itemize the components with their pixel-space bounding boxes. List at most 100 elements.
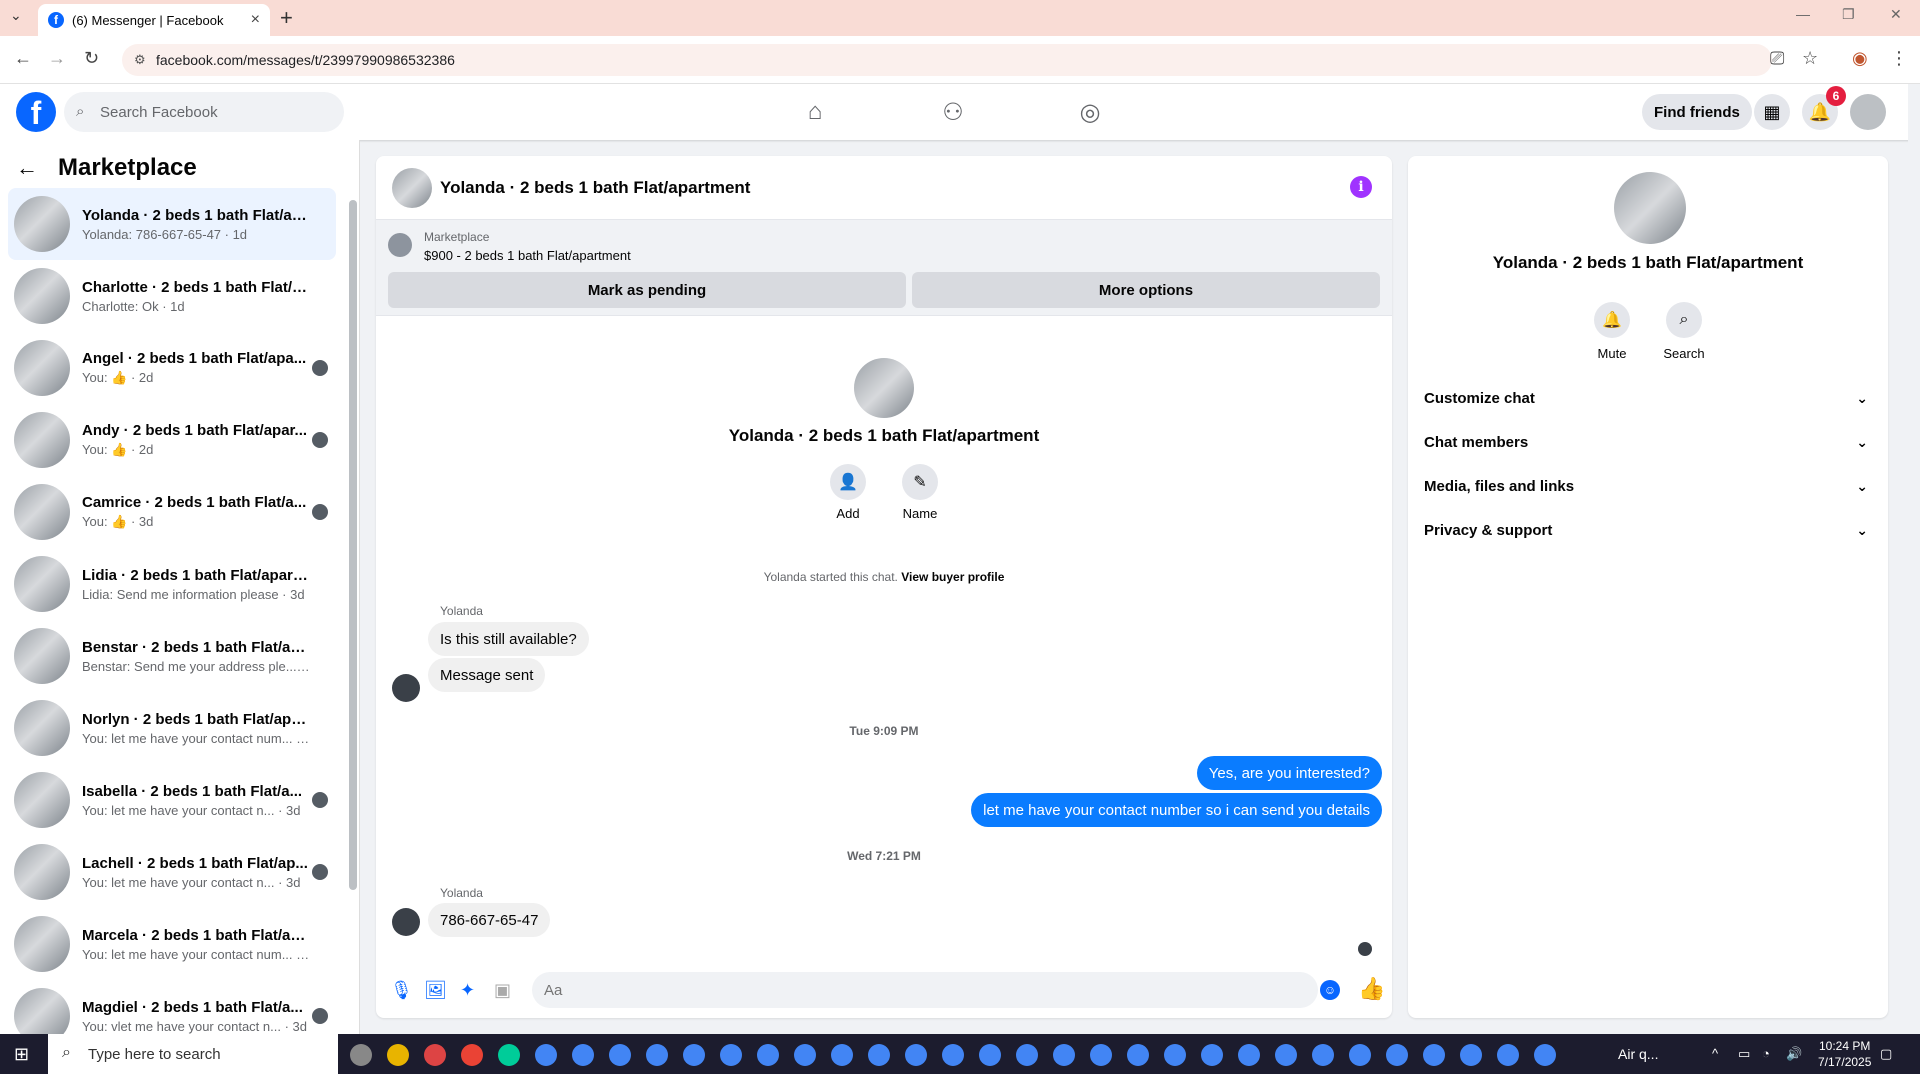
taskbar-app-icon[interactable] bbox=[1349, 1044, 1371, 1066]
tray-chevron-icon[interactable]: ^ bbox=[1712, 1046, 1718, 1061]
microphone-icon[interactable]: 🎙 bbox=[390, 980, 413, 1001]
taskbar-app-icon[interactable] bbox=[1497, 1044, 1519, 1066]
chat-members-row[interactable]: Chat members ⌄ bbox=[1424, 420, 1880, 464]
taskbar-app-icon[interactable] bbox=[831, 1044, 853, 1066]
taskbar-app-icon[interactable] bbox=[646, 1044, 668, 1066]
sidebar-scrollbar[interactable] bbox=[349, 200, 357, 890]
incoming-message[interactable]: 786-667-65-47 bbox=[428, 903, 551, 937]
conversation-info-icon[interactable]: i bbox=[1350, 176, 1372, 198]
gif-icon[interactable]: ▣ bbox=[494, 980, 511, 1001]
sender-avatar[interactable] bbox=[392, 674, 420, 702]
taskbar-app-icon[interactable] bbox=[905, 1044, 927, 1066]
name-chat-button[interactable]: ✎ Name bbox=[890, 464, 950, 521]
taskbar-app-icon[interactable] bbox=[868, 1044, 890, 1066]
taskbar-app-icon[interactable] bbox=[1312, 1044, 1334, 1066]
taskbar-app-icon[interactable] bbox=[461, 1044, 483, 1066]
new-tab-icon[interactable]: + bbox=[280, 5, 293, 31]
taskbar-app-icon[interactable] bbox=[498, 1044, 520, 1066]
conversation-item[interactable]: Norlyn · 2 beds 1 bath Flat/apart... You:… bbox=[8, 692, 336, 764]
taskbar-app-icon[interactable] bbox=[757, 1044, 779, 1066]
taskbar-app-icon[interactable] bbox=[1090, 1044, 1112, 1066]
conversation-item[interactable]: Angel · 2 beds 1 bath Flat/apa... You: 👍 … bbox=[8, 332, 336, 404]
mark-as-pending-button[interactable]: Mark as pending bbox=[388, 272, 906, 308]
groups-icon[interactable]: ◎ bbox=[1070, 96, 1110, 128]
photo-icon[interactable]: 🖼 bbox=[424, 980, 447, 1001]
taskbar-app-icon[interactable] bbox=[683, 1044, 705, 1066]
taskbar-app-icon[interactable] bbox=[1275, 1044, 1297, 1066]
tab-close-icon[interactable]: × bbox=[251, 11, 260, 29]
chat-avatar[interactable] bbox=[392, 167, 432, 208]
taskbar-app-icon[interactable] bbox=[1386, 1044, 1408, 1066]
taskbar-app-icon[interactable] bbox=[387, 1044, 409, 1066]
taskbar-app-icon[interactable] bbox=[1238, 1044, 1260, 1066]
taskbar-app-icon[interactable] bbox=[572, 1044, 594, 1066]
conversation-item[interactable]: Benstar · 2 beds 1 bath Flat/apar... Bens… bbox=[8, 620, 336, 692]
taskbar-app-icon[interactable] bbox=[720, 1044, 742, 1066]
media-files-links-row[interactable]: Media, files and links ⌄ bbox=[1424, 464, 1880, 508]
conversation-item[interactable]: Lidia · 2 beds 1 bath Flat/apartm... Lidi… bbox=[8, 548, 336, 620]
taskbar-app-icon[interactable] bbox=[1164, 1044, 1186, 1066]
back-arrow-icon[interactable]: ← bbox=[16, 155, 38, 181]
conversation-item[interactable]: Charlotte · 2 beds 1 bath Flat/ap... Char… bbox=[8, 260, 336, 332]
back-icon[interactable]: ← bbox=[14, 48, 32, 69]
url-field[interactable]: ⚙ facebook.com/messages/t/23997990986532… bbox=[122, 44, 1772, 76]
outgoing-message[interactable]: let me have your contact number so i can… bbox=[971, 793, 1382, 827]
weather-widget[interactable]: Air q... bbox=[1618, 1046, 1658, 1062]
taskbar-search-input[interactable]: ⌕ Type here to search bbox=[48, 1034, 338, 1074]
facebook-search-input[interactable]: ⌕ Search Facebook bbox=[64, 92, 344, 132]
taskbar-app-icon[interactable] bbox=[1460, 1044, 1482, 1066]
restore-icon[interactable]: ❐ bbox=[1842, 6, 1855, 23]
sticker-icon[interactable]: ✦ bbox=[460, 980, 475, 1001]
conversation-item[interactable]: Lachell · 2 beds 1 bath Flat/ap... You: l… bbox=[8, 836, 336, 908]
message-input[interactable] bbox=[532, 972, 1318, 1008]
bookmark-star-icon[interactable]: ☆ bbox=[1802, 48, 1818, 69]
window-close-icon[interactable]: ✕ bbox=[1890, 6, 1902, 23]
conversation-item[interactable]: Magdiel · 2 beds 1 bath Flat/a... You: vl… bbox=[8, 980, 336, 1034]
conversation-item[interactable]: Andy · 2 beds 1 bath Flat/apar... You: 👍 … bbox=[8, 404, 336, 476]
network-icon[interactable]: ▭ bbox=[1738, 1046, 1750, 1062]
conversation-item[interactable]: Marcela · 2 beds 1 bath Flat/apa... You: … bbox=[8, 908, 336, 980]
taskbar-app-icon[interactable] bbox=[1127, 1044, 1149, 1066]
wifi-icon[interactable]: ◔ bbox=[1762, 1046, 1770, 1061]
taskbar-app-icon[interactable] bbox=[979, 1044, 1001, 1066]
home-icon[interactable]: ⌂ bbox=[795, 96, 835, 128]
customize-chat-row[interactable]: Customize chat ⌄ bbox=[1424, 376, 1880, 420]
more-options-button[interactable]: More options bbox=[912, 272, 1380, 308]
conversation-item[interactable]: Isabella · 2 beds 1 bath Flat/a... You: l… bbox=[8, 764, 336, 836]
incoming-message[interactable]: Message sent bbox=[428, 658, 546, 692]
details-avatar[interactable] bbox=[1614, 172, 1686, 244]
find-friends-button[interactable]: Find friends bbox=[1642, 94, 1752, 130]
clock[interactable]: 10:24 PM 7/17/2025 bbox=[1818, 1038, 1871, 1070]
taskbar-app-icon[interactable] bbox=[424, 1044, 446, 1066]
taskbar-app-icon[interactable] bbox=[1053, 1044, 1075, 1066]
search-conversation-button[interactable]: ⌕ Search bbox=[1654, 302, 1714, 361]
browser-menu-icon[interactable]: ⋮ bbox=[1890, 48, 1908, 69]
windows-start-icon[interactable]: ⊞ bbox=[14, 1044, 29, 1065]
taskbar-app-icon[interactable] bbox=[942, 1044, 964, 1066]
taskbar-app-icon[interactable] bbox=[350, 1044, 372, 1066]
taskbar-app-icon[interactable] bbox=[1534, 1044, 1556, 1066]
like-icon[interactable]: 👍 bbox=[1358, 976, 1385, 1002]
conversation-item[interactable]: Yolanda · 2 beds 1 bath Flat/apa... Yolan… bbox=[8, 188, 336, 260]
conversation-item[interactable]: Camrice · 2 beds 1 bath Flat/a... You: 👍 … bbox=[8, 476, 336, 548]
view-buyer-profile-link[interactable]: View buyer profile bbox=[901, 570, 1004, 584]
menu-grid-icon[interactable]: ▦ bbox=[1754, 94, 1790, 130]
chat-title[interactable]: Yolanda · 2 beds 1 bath Flat/apartment bbox=[440, 178, 750, 198]
privacy-support-row[interactable]: Privacy & support ⌄ bbox=[1424, 508, 1880, 552]
volume-icon[interactable]: 🔊 bbox=[1786, 1046, 1802, 1062]
friends-icon[interactable]: ⚇ bbox=[933, 96, 973, 128]
outgoing-message[interactable]: Yes, are you interested? bbox=[1196, 756, 1382, 790]
listing-title[interactable]: $900 - 2 beds 1 bath Flat/apartment bbox=[424, 248, 631, 263]
taskbar-app-icon[interactable] bbox=[794, 1044, 816, 1066]
taskbar-app-icon[interactable] bbox=[1423, 1044, 1445, 1066]
taskbar-app-icon[interactable] bbox=[609, 1044, 631, 1066]
notification-center-icon[interactable]: ▢ bbox=[1880, 1046, 1892, 1062]
minimize-icon[interactable]: — bbox=[1796, 6, 1810, 22]
browser-tab[interactable]: f (6) Messenger | Facebook × bbox=[38, 4, 270, 36]
page-scrollbar[interactable] bbox=[1908, 84, 1920, 1034]
listing-thumbnail[interactable] bbox=[388, 233, 412, 257]
facebook-logo-icon[interactable]: f bbox=[16, 92, 56, 132]
emoji-icon[interactable]: ☺ bbox=[1320, 980, 1340, 1000]
mute-button[interactable]: 🔔 Mute bbox=[1582, 302, 1642, 361]
incoming-message[interactable]: Is this still available? bbox=[428, 622, 589, 656]
